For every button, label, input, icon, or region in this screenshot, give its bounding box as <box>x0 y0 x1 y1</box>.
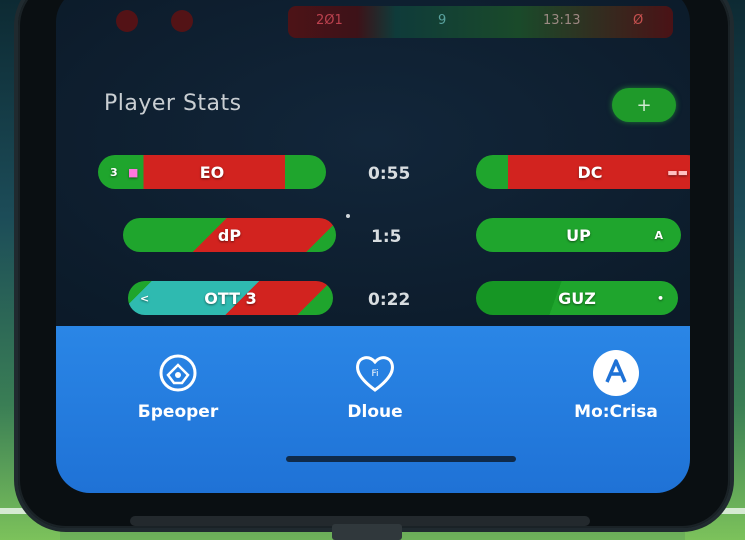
pill-label: UP <box>566 225 591 245</box>
heart-icon: Fi <box>352 350 398 396</box>
pill-prefix-icon: ■ <box>128 165 139 179</box>
phone-frame: 2Ø1 9 13:13 Ø Player Stats + 3 ■ EO 0:55… <box>18 0 730 528</box>
pill-suffix: A <box>654 228 663 242</box>
stat-pill-right[interactable]: GUZ • <box>476 281 678 315</box>
pill-label: EO <box>199 162 225 182</box>
strip-text: 2Ø1 <box>316 13 343 28</box>
nav-item-favorites[interactable]: Fi Dloue <box>300 350 450 422</box>
bottom-navigation: Бpeoper Fi Dloue Mo:Crisa <box>56 326 690 493</box>
status-dot <box>171 10 193 32</box>
strip-text: 13:13 <box>543 13 581 28</box>
strip-text: 9 <box>438 13 447 28</box>
stat-value: 1:5 <box>371 227 402 247</box>
nav-label: Dloue <box>347 402 403 422</box>
pill-label: DC <box>577 162 603 182</box>
pill-suffix: • <box>656 291 664 305</box>
stat-value: 0:22 <box>368 290 411 310</box>
toggle-button[interactable]: + <box>612 88 676 122</box>
pill-label: GUZ <box>558 288 596 308</box>
separator-dot <box>346 214 350 218</box>
top-bar: 2Ø1 9 13:13 Ø <box>56 0 690 46</box>
stat-pill-right[interactable]: UP A <box>476 218 681 252</box>
device-bottom-notch <box>332 524 402 540</box>
stat-pill-left[interactable]: dP <box>123 218 336 252</box>
home-indicator[interactable] <box>286 456 516 462</box>
strip-text: Ø <box>633 13 644 28</box>
shield-ball-icon <box>155 350 201 396</box>
toggle-label: + <box>636 94 652 116</box>
stat-value: 0:55 <box>368 164 411 184</box>
pill-label: dP <box>217 225 242 245</box>
pill-prefix: 3 <box>110 165 118 179</box>
stat-pill-left[interactable]: < OTT 3 <box>128 281 333 315</box>
stat-pill-left[interactable]: 3 ■ EO <box>98 155 326 189</box>
nav-label: Mo:Crisa <box>574 402 658 422</box>
pill-label: OTT 3 <box>204 288 257 308</box>
nav-item-explorer[interactable]: Бpeoper <box>103 350 253 422</box>
status-dot <box>116 10 138 32</box>
nav-item-profile[interactable]: Mo:Crisa <box>541 350 690 422</box>
score-strip: 2Ø1 9 13:13 Ø <box>288 6 673 38</box>
svg-text:Fi: Fi <box>371 369 378 379</box>
panel-title: Player Stats <box>104 91 242 116</box>
avatar-a-icon <box>593 350 639 396</box>
stat-pill-right[interactable]: DC ▬▬ <box>476 155 690 189</box>
pill-prefix: < <box>140 291 150 305</box>
pill-suffix: ▬▬ <box>667 165 688 179</box>
nav-label: Бpeoper <box>137 402 219 422</box>
screen: 2Ø1 9 13:13 Ø Player Stats + 3 ■ EO 0:55… <box>56 0 690 493</box>
